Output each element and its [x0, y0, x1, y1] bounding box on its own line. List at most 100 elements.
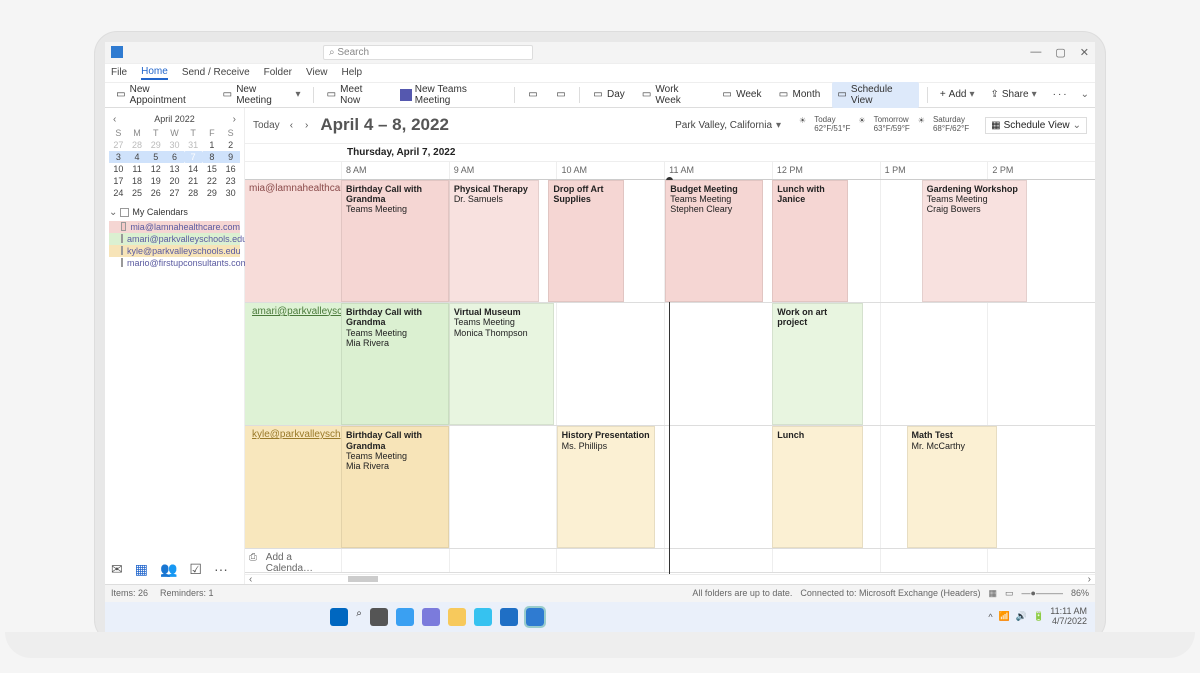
more-nav[interactable]: ···: [214, 561, 228, 578]
day-header-row: Thursday, April 7, 2022: [245, 144, 1095, 162]
add-calendar-button[interactable]: + Add ▾: [936, 87, 979, 102]
calendar-event[interactable]: Math TestMr. McCarthy: [907, 426, 997, 548]
calendar-event[interactable]: Birthday Call with GrandmaTeams Meeting …: [341, 303, 449, 425]
store-icon[interactable]: [500, 608, 518, 626]
laptop-frame: ⌕ Search — ▢ ✕ File Home Send / Receive …: [95, 32, 1105, 642]
view-mode-icon[interactable]: ▦: [989, 588, 998, 599]
menu-folder[interactable]: Folder: [264, 67, 292, 78]
share-button[interactable]: ⇪ Share ▾: [987, 87, 1041, 102]
ribbon-overflow[interactable]: ···: [1049, 87, 1073, 102]
volume-icon[interactable]: 🔊: [1016, 611, 1027, 622]
mail-icon[interactable]: ✉: [111, 561, 123, 578]
calendar-event[interactable]: Work on art project: [772, 303, 862, 425]
work-week-button[interactable]: ▭Work Week: [637, 82, 709, 108]
clock[interactable]: 11:11 AM 4/7/2022: [1050, 607, 1087, 627]
maximize-button[interactable]: ▢: [1055, 46, 1065, 59]
location-picker[interactable]: Park Valley, California ▾: [675, 120, 781, 131]
prev-month[interactable]: ‹: [113, 114, 116, 125]
calendar-event[interactable]: Lunch: [772, 426, 862, 548]
menu-send-receive[interactable]: Send / Receive: [182, 67, 250, 78]
my-calendars-header[interactable]: ⌄ My Calendars: [109, 207, 240, 218]
sidebar: ‹ April 2022 › SMTWTFS 272829303112 3456…: [105, 108, 245, 584]
chat-icon[interactable]: [422, 608, 440, 626]
calendar-event[interactable]: Birthday Call with GrandmaTeams Meeting: [341, 180, 449, 302]
mini-calendar[interactable]: ‹ April 2022 › SMTWTFS 272829303112 3456…: [109, 112, 240, 199]
meet-now-button[interactable]: ▭Meet Now: [322, 82, 388, 108]
battery-icon[interactable]: 🔋: [1033, 611, 1044, 622]
sun-icon: ☀: [858, 116, 865, 134]
video-icon: ▭: [326, 89, 338, 101]
horizontal-scrollbar[interactable]: ‹›: [245, 574, 1095, 584]
mini-cal-grid[interactable]: SMTWTFS 272829303112 3456789 10111213141…: [109, 127, 240, 199]
titlebar: ⌕ Search — ▢ ✕: [105, 42, 1095, 64]
today-ribbon-button[interactable]: ▭: [523, 87, 543, 103]
row-label[interactable]: kyle@parkvalleysch: [245, 426, 341, 548]
calendar-event[interactable]: Birthday Call with GrandmaTeams Meeting …: [341, 426, 449, 548]
calendar-icon: ▭: [115, 89, 127, 101]
new-appointment-button[interactable]: ▭New Appointment: [111, 82, 210, 108]
outlook-window: ⌕ Search — ▢ ✕ File Home Send / Receive …: [105, 42, 1095, 632]
reading-pane-icon[interactable]: ▭: [1005, 588, 1014, 599]
calendar-item-kyle[interactable]: kyle@parkvalleyschools.edu: [109, 245, 240, 257]
menu-view[interactable]: View: [306, 67, 328, 78]
new-teams-meeting-button[interactable]: New Teams Meeting: [396, 82, 506, 108]
tasks-nav-icon[interactable]: ☑: [189, 561, 202, 578]
calendar-event[interactable]: Drop off Art Supplies: [548, 180, 623, 302]
outlook-taskbar-icon[interactable]: [526, 608, 544, 626]
zoom-slider[interactable]: —●———: [1022, 588, 1063, 598]
calendar-event[interactable]: Lunch with Janice: [772, 180, 847, 302]
calendar-event[interactable]: Virtual MuseumTeams Meeting Monica Thomp…: [449, 303, 555, 425]
zoom-level: 86%: [1071, 588, 1089, 598]
collapse-ribbon[interactable]: ⌄: [1081, 89, 1089, 100]
search-taskbar-icon[interactable]: ⌕: [356, 608, 362, 626]
date-range: April 4 – 8, 2022: [320, 115, 449, 135]
calendar-item-amari[interactable]: amari@parkvalleyschools.edu: [109, 233, 240, 245]
app-icon: [111, 46, 123, 58]
items-count: Items: 26: [111, 588, 148, 598]
close-button[interactable]: ✕: [1080, 46, 1089, 59]
row-label[interactable]: mia@lamnahealthcare.com: [245, 180, 341, 302]
next-days-button[interactable]: ▭: [551, 87, 571, 103]
connection-status: Connected to: Microsoft Exchange (Header…: [800, 588, 980, 598]
day-view-button[interactable]: ▭Day: [588, 87, 629, 103]
new-meeting-button[interactable]: ▭New Meeting ▾: [218, 82, 305, 108]
calendar-item-mia[interactable]: mia@lamnahealthcare.com: [109, 221, 240, 233]
add-calendar-row[interactable]: ⎙ Add a Calenda…: [245, 549, 1095, 573]
minimize-button[interactable]: —: [1030, 46, 1041, 59]
start-button[interactable]: [330, 608, 348, 626]
schedule-row-amari: amari@parkvalleysc Birthday Call with Gr…: [245, 303, 1095, 426]
calendar-nav-icon[interactable]: ▦: [135, 561, 148, 578]
prev-day[interactable]: ‹: [290, 120, 295, 131]
week-view-button[interactable]: ▭Week: [717, 87, 765, 103]
menu-home[interactable]: Home: [141, 66, 168, 80]
menu-file[interactable]: File: [111, 67, 127, 78]
schedule-view-button[interactable]: ▭Schedule View: [832, 82, 919, 108]
row-label[interactable]: amari@parkvalleysc: [245, 303, 341, 425]
explorer-icon[interactable]: [448, 608, 466, 626]
today-button[interactable]: Today: [253, 120, 280, 131]
schedule-grid: mia@lamnahealthcare.com Birthday Call wi…: [245, 180, 1095, 574]
status-bar: Items: 26 Reminders: 1 All folders are u…: [105, 584, 1095, 602]
calendar-event[interactable]: Budget MeetingTeams Meeting Stephen Clea…: [665, 180, 763, 302]
contact-icon: ⎙: [249, 552, 257, 563]
task-view-icon[interactable]: [370, 608, 388, 626]
next-month[interactable]: ›: [233, 114, 236, 125]
month-view-button[interactable]: ▭Month: [774, 87, 825, 103]
sun-icon: ☀: [918, 116, 925, 134]
widgets-icon[interactable]: [396, 608, 414, 626]
edge-icon[interactable]: [474, 608, 492, 626]
schedule-row-kyle: kyle@parkvalleysch Birthday Call with Gr…: [245, 426, 1095, 549]
calendar-item-mario[interactable]: mario@firstupconsultants.com: [109, 257, 240, 269]
search-input[interactable]: ⌕ Search: [323, 45, 533, 60]
calendar-event[interactable]: Gardening WorkshopTeams Meeting Craig Bo…: [922, 180, 1028, 302]
schedule-view-dropdown[interactable]: ▦ Schedule View ⌄: [985, 117, 1087, 134]
calendar-event[interactable]: Physical TherapyDr. Samuels: [449, 180, 539, 302]
sun-icon: ☀: [799, 116, 806, 134]
calendar-event[interactable]: History PresentationMs. Phillips: [557, 426, 655, 548]
wifi-icon[interactable]: 📶: [999, 611, 1010, 622]
menu-help[interactable]: Help: [342, 67, 363, 78]
sync-status: All folders are up to date.: [692, 588, 792, 598]
next-day[interactable]: ›: [305, 120, 310, 131]
tray-chevron[interactable]: ^: [988, 612, 992, 622]
people-nav-icon[interactable]: 👥: [160, 561, 177, 578]
